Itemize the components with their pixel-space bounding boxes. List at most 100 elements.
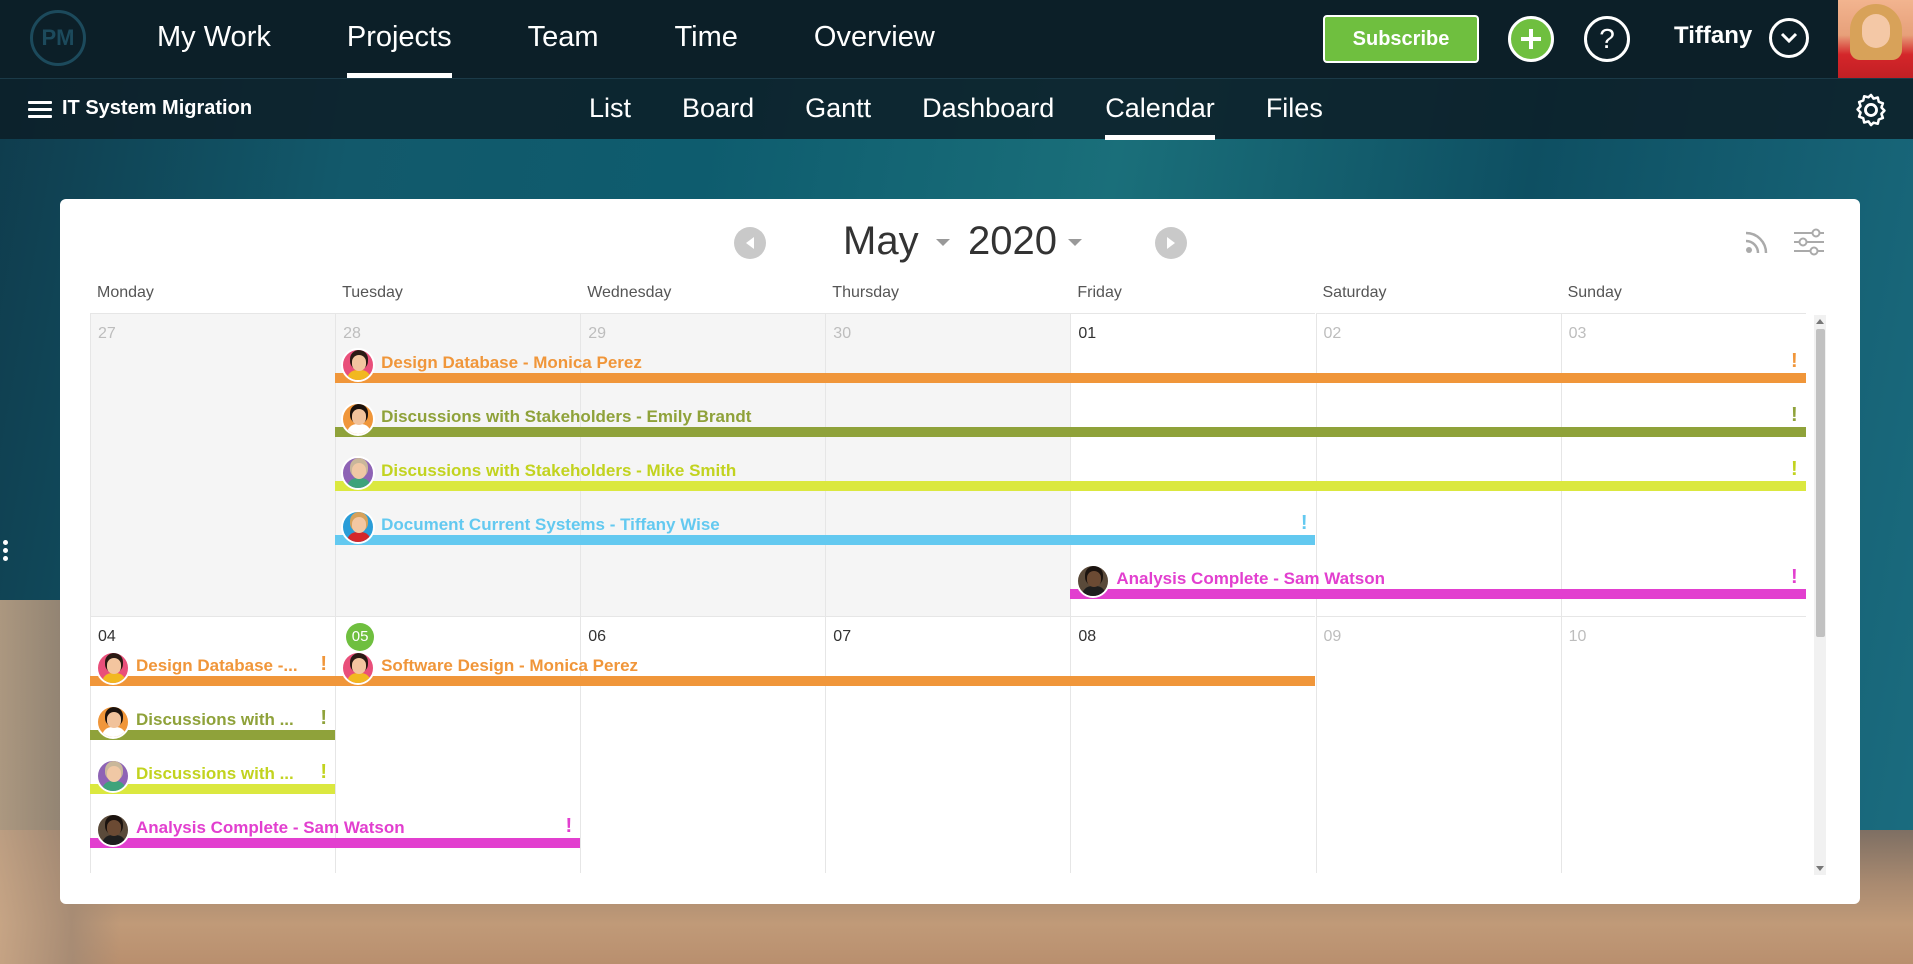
- event-label: Document Current Systems - Tiffany Wise: [381, 515, 720, 534]
- calendar-grid: 27 28 29 30 01 02 03 Design Database - Monica P…: [90, 313, 1806, 873]
- assignee-avatar: [341, 456, 376, 490]
- event-bar: [90, 838, 581, 848]
- date-number: 07: [833, 628, 852, 645]
- assignee-avatar: [341, 651, 376, 685]
- tab-dashboard[interactable]: Dashboard: [922, 79, 1054, 140]
- weekday-thursday: Thursday: [832, 284, 899, 301]
- main-nav: My Work Projects Team Time Overview: [157, 0, 1011, 78]
- side-panel-handle[interactable]: [3, 540, 9, 566]
- event-bar: [335, 481, 1806, 491]
- weekday-wednesday: Wednesday: [587, 284, 672, 301]
- calendar-event[interactable]: Software Design - Monica Perez: [335, 651, 1316, 686]
- gear-icon[interactable]: [1852, 91, 1890, 129]
- calendar-event[interactable]: Discussions with ...!: [90, 705, 336, 740]
- next-month-button[interactable]: [1155, 227, 1187, 259]
- event-bar: [335, 535, 1316, 545]
- prev-month-button[interactable]: [734, 227, 766, 259]
- priority-icon: !: [1791, 566, 1798, 588]
- event-bar: [335, 427, 1806, 437]
- chevron-right-icon: [1167, 237, 1175, 249]
- calendar-event[interactable]: Discussions with Stakeholders - Emily Br…: [335, 402, 1806, 437]
- priority-icon: !: [1791, 350, 1798, 372]
- event-label: Discussions with Stakeholders - Mike Smi…: [381, 461, 737, 480]
- date-number: 30: [833, 325, 852, 342]
- date-number: 02: [1323, 325, 1342, 342]
- calendar-event[interactable]: Design Database - Monica Perez!: [335, 348, 1806, 383]
- assignee-avatar: [341, 348, 376, 382]
- add-button[interactable]: [1508, 16, 1554, 62]
- today-date-number: 05: [346, 623, 375, 651]
- tab-files[interactable]: Files: [1266, 79, 1323, 140]
- tab-gantt[interactable]: Gantt: [805, 79, 871, 140]
- event-label: Design Database -...: [136, 656, 298, 675]
- event-bar: [335, 676, 1316, 686]
- assignee-avatar: [96, 759, 130, 793]
- weekday-sunday: Sunday: [1567, 284, 1622, 301]
- day-cell[interactable]: 10: [1560, 616, 1806, 873]
- calendar-week: 27 28 29 30 01 02 03 Design Database - Monica P…: [90, 313, 1806, 616]
- calendar-card: May 2020 Monday Tuesday Wednesday Thursday F…: [60, 199, 1860, 904]
- calendar-event[interactable]: Analysis Complete - Sam Watson!: [1070, 564, 1806, 599]
- priority-icon: !: [320, 761, 328, 783]
- scroll-thumb[interactable]: [1816, 329, 1825, 637]
- weekday-monday: Monday: [97, 284, 154, 301]
- nav-time[interactable]: Time: [675, 0, 738, 78]
- month-select[interactable]: May: [843, 219, 919, 264]
- year-select[interactable]: 2020: [968, 219, 1057, 264]
- assignee-avatar: [96, 813, 130, 847]
- event-label: Analysis Complete - Sam Watson: [1116, 569, 1385, 588]
- app-logo[interactable]: PM: [30, 10, 86, 66]
- priority-icon: !: [565, 815, 573, 837]
- priority-icon: !: [320, 653, 328, 675]
- tab-board[interactable]: Board: [682, 79, 754, 140]
- date-number: 03: [1568, 325, 1587, 342]
- year-dropdown-icon[interactable]: [1068, 239, 1082, 246]
- event-label: Discussions with ...: [136, 764, 294, 783]
- user-avatar[interactable]: [1838, 0, 1913, 78]
- scroll-up-arrow[interactable]: [1816, 319, 1824, 324]
- nav-my-work[interactable]: My Work: [157, 0, 271, 78]
- scroll-down-arrow[interactable]: [1816, 866, 1824, 871]
- priority-icon: !: [320, 707, 328, 729]
- question-icon: ?: [1599, 23, 1615, 54]
- calendar-event[interactable]: Analysis Complete - Sam Watson!: [90, 813, 581, 848]
- rss-icon[interactable]: [1742, 227, 1772, 257]
- help-button[interactable]: ?: [1584, 16, 1630, 62]
- day-cell[interactable]: 27: [90, 313, 336, 616]
- assignee-avatar: [341, 510, 376, 544]
- nav-overview[interactable]: Overview: [814, 0, 935, 78]
- sliders-icon[interactable]: [1792, 227, 1826, 257]
- nav-projects[interactable]: Projects: [346, 0, 452, 78]
- calendar-event[interactable]: Document Current Systems - Tiffany Wise!: [335, 510, 1316, 545]
- top-navigation: PM My Work Projects Team Time Overview S…: [0, 0, 1913, 78]
- tab-list[interactable]: List: [589, 79, 631, 140]
- weekday-saturday: Saturday: [1322, 284, 1387, 301]
- date-number: 29: [588, 325, 606, 342]
- date-number: 06: [588, 628, 606, 645]
- date-number: 27: [98, 325, 116, 342]
- hamburger-icon[interactable]: [28, 101, 52, 119]
- date-number: 10: [1568, 628, 1587, 645]
- user-menu-button[interactable]: [1769, 18, 1809, 58]
- nav-team[interactable]: Team: [528, 0, 599, 78]
- calendar-week: 04 05 06 07 08 09 10 Design Database -...! Softw…: [90, 616, 1806, 873]
- assignee-avatar: [341, 402, 376, 436]
- event-bar: [335, 373, 1806, 383]
- event-label: Discussions with ...: [136, 710, 294, 729]
- event-label: Design Database - Monica Perez: [381, 353, 642, 372]
- month-navigation: May 2020: [60, 199, 1860, 279]
- calendar-event[interactable]: Design Database -...!: [90, 651, 336, 686]
- date-number: 09: [1323, 628, 1342, 645]
- day-cell[interactable]: 09: [1315, 616, 1561, 873]
- project-bar: IT System Migration List Board Gantt Das…: [0, 78, 1913, 140]
- subscribe-button[interactable]: Subscribe: [1323, 15, 1479, 63]
- month-dropdown-icon[interactable]: [936, 239, 950, 246]
- user-name[interactable]: Tiffany: [1674, 22, 1752, 50]
- chevron-down-icon: [1780, 32, 1798, 44]
- calendar-scrollbar[interactable]: [1814, 315, 1826, 875]
- calendar-event[interactable]: Discussions with Stakeholders - Mike Smi…: [335, 456, 1806, 491]
- tab-calendar[interactable]: Calendar: [1105, 79, 1215, 140]
- project-name[interactable]: IT System Migration: [62, 97, 252, 120]
- assignee-avatar: [1076, 564, 1111, 598]
- calendar-event[interactable]: Discussions with ...!: [90, 759, 336, 794]
